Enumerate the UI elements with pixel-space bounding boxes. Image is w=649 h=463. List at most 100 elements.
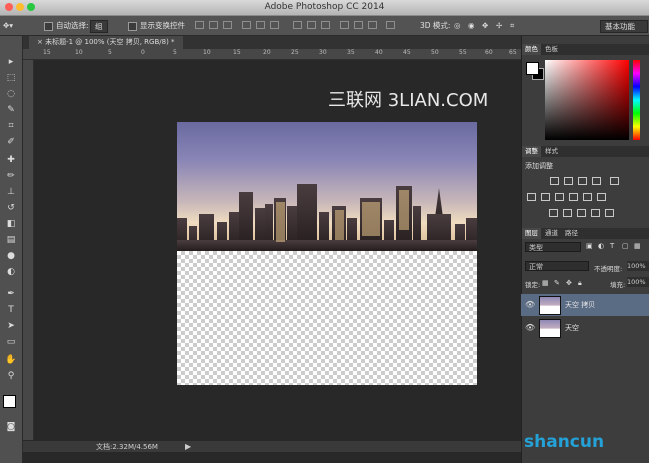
align-right-icon[interactable] bbox=[270, 21, 279, 29]
eyedropper-tool-icon[interactable]: ✐ bbox=[5, 136, 17, 148]
app-title: Adobe Photoshop CC 2014 bbox=[264, 2, 385, 12]
3d-scale-icon[interactable]: ⌗ bbox=[510, 20, 514, 31]
brush-tool-icon[interactable]: ✏ bbox=[5, 170, 17, 182]
pen-tool-icon[interactable]: ✒ bbox=[5, 288, 17, 300]
zoom-tool-icon[interactable]: ⚲ bbox=[5, 370, 17, 382]
healing-brush-tool-icon[interactable]: ✚ bbox=[5, 154, 17, 166]
hand-tool-icon[interactable]: ✋ bbox=[5, 354, 17, 366]
3d-pan-icon[interactable]: ✥ bbox=[482, 20, 488, 31]
tab-paths[interactable]: 路径 bbox=[562, 228, 581, 239]
blur-tool-icon[interactable]: ● bbox=[5, 250, 17, 262]
distribute-bottom-icon[interactable] bbox=[321, 21, 330, 29]
tab-color[interactable]: 颜色 bbox=[522, 44, 541, 55]
align-top-icon[interactable] bbox=[195, 21, 204, 29]
path-select-tool-icon[interactable]: ➤ bbox=[5, 320, 17, 332]
3d-roll-icon[interactable]: ◉ bbox=[468, 20, 475, 31]
vibrance-icon[interactable] bbox=[610, 177, 619, 185]
foreground-color-swatch[interactable] bbox=[3, 395, 16, 408]
tab-swatches[interactable]: 色板 bbox=[542, 44, 561, 55]
align-vcenter-icon[interactable] bbox=[209, 21, 218, 29]
align-hcenter-icon[interactable] bbox=[256, 21, 265, 29]
curves-icon[interactable] bbox=[578, 177, 587, 185]
3d-rotate-icon[interactable]: ◎ bbox=[454, 20, 461, 31]
layer-row[interactable]: 👁︎ 天空 bbox=[521, 317, 649, 339]
move-tool-icon[interactable]: ▸ bbox=[5, 56, 17, 68]
skyline-photo-layer[interactable] bbox=[177, 122, 477, 251]
title-bar: Adobe Photoshop CC 2014 bbox=[0, 0, 649, 16]
align-left-icon[interactable] bbox=[242, 21, 251, 29]
quick-select-tool-icon[interactable]: ✎ bbox=[5, 104, 17, 116]
gradient-map-icon[interactable] bbox=[591, 209, 600, 217]
brightness-contrast-icon[interactable] bbox=[550, 177, 559, 185]
tab-channels[interactable]: 通道 bbox=[542, 228, 561, 239]
color-lookup-icon[interactable] bbox=[597, 193, 606, 201]
exposure-icon[interactable] bbox=[592, 177, 601, 185]
levels-icon[interactable] bbox=[564, 177, 573, 185]
layer-row[interactable]: 👁︎ 天空 拷贝 bbox=[521, 294, 649, 316]
filter-shape-icon[interactable]: ▢ bbox=[622, 242, 629, 250]
ruler-mark: 10 bbox=[75, 49, 83, 56]
lock-position-icon[interactable]: ✥ bbox=[566, 279, 572, 287]
3d-slide-icon[interactable]: ✢ bbox=[496, 20, 502, 31]
filter-pixel-icon[interactable]: ▣ bbox=[586, 242, 593, 250]
fill-label: 填充: bbox=[610, 281, 626, 289]
opacity-field[interactable]: 100% bbox=[627, 261, 649, 271]
fill-field[interactable]: 100% bbox=[627, 277, 649, 287]
shape-tool-icon[interactable]: ▭ bbox=[5, 336, 17, 348]
distribute-vcenter-icon[interactable] bbox=[307, 21, 316, 29]
history-brush-tool-icon[interactable]: ↺ bbox=[5, 202, 17, 214]
tab-layers[interactable]: 图层 bbox=[522, 228, 541, 239]
panel-foreground-swatch[interactable] bbox=[526, 62, 539, 75]
lock-image-icon[interactable]: ✎ bbox=[554, 279, 560, 287]
tab-close-icon[interactable]: × bbox=[37, 38, 45, 46]
gradient-tool-icon[interactable]: ▤ bbox=[5, 234, 17, 246]
align-bottom-icon[interactable] bbox=[223, 21, 232, 29]
crop-tool-icon[interactable]: ⌗ bbox=[5, 120, 17, 132]
layer-kind-filter[interactable]: 类型 bbox=[525, 242, 581, 252]
color-picker-field[interactable] bbox=[545, 60, 629, 140]
distribute-hcenter-icon[interactable] bbox=[354, 21, 363, 29]
black-white-icon[interactable] bbox=[555, 193, 564, 201]
show-transform-checkbox[interactable]: 显示变换控件 bbox=[128, 20, 185, 31]
auto-align-icon[interactable] bbox=[386, 21, 395, 29]
distribute-left-icon[interactable] bbox=[340, 21, 349, 29]
posterize-icon[interactable] bbox=[563, 209, 572, 217]
color-balance-icon[interactable] bbox=[541, 193, 550, 201]
hue-slider[interactable] bbox=[633, 60, 640, 140]
invert-icon[interactable] bbox=[549, 209, 558, 217]
threshold-icon[interactable] bbox=[577, 209, 586, 217]
distribute-top-icon[interactable] bbox=[293, 21, 302, 29]
filter-adjust-icon[interactable]: ◐ bbox=[598, 242, 604, 250]
photo-filter-icon[interactable] bbox=[569, 193, 578, 201]
filter-type-icon[interactable]: T bbox=[610, 242, 614, 250]
ruler-mark: 55 bbox=[459, 49, 467, 56]
type-tool-icon[interactable]: T bbox=[5, 304, 17, 316]
quick-mask-icon[interactable]: ◙ bbox=[5, 421, 17, 433]
lock-all-icon[interactable]: 🔒︎ bbox=[578, 279, 582, 288]
hue-saturation-icon[interactable] bbox=[527, 193, 536, 201]
transparent-canvas-area[interactable] bbox=[177, 251, 477, 385]
channel-mixer-icon[interactable] bbox=[583, 193, 592, 201]
blend-mode-select[interactable]: 正常 bbox=[525, 261, 589, 271]
ruler-mark: 35 bbox=[347, 49, 355, 56]
lasso-tool-icon[interactable]: ◌ bbox=[5, 88, 17, 100]
tab-styles[interactable]: 样式 bbox=[542, 146, 561, 157]
marquee-tool-icon[interactable]: ⬚ bbox=[5, 72, 17, 84]
filter-smart-icon[interactable]: ▦ bbox=[634, 242, 641, 250]
clone-stamp-tool-icon[interactable]: ⊥ bbox=[5, 186, 17, 198]
tab-adjustments[interactable]: 调整 bbox=[522, 146, 541, 157]
document-tab[interactable]: × 未标题-1 @ 100% (天空 拷贝, RGB/8) * bbox=[29, 36, 183, 49]
visibility-eye-icon[interactable]: 👁︎ bbox=[525, 323, 535, 332]
lock-transparency-icon[interactable]: ▦ bbox=[542, 279, 549, 287]
auto-select-checkbox[interactable]: 自动选择: bbox=[44, 20, 89, 31]
selective-color-icon[interactable] bbox=[605, 209, 614, 217]
dodge-tool-icon[interactable]: ◐ bbox=[5, 266, 17, 278]
auto-select-dropdown[interactable]: 组 bbox=[90, 20, 108, 33]
ruler-mark: 45 bbox=[403, 49, 411, 56]
distribute-right-icon[interactable] bbox=[368, 21, 377, 29]
move-tool-preset-icon[interactable]: ✥▾ bbox=[3, 20, 13, 31]
eraser-tool-icon[interactable]: ◧ bbox=[5, 218, 17, 230]
status-menu-arrow-icon[interactable]: ▶ bbox=[185, 442, 191, 451]
visibility-eye-icon[interactable]: 👁︎ bbox=[525, 300, 535, 309]
workspace-dropdown[interactable]: 基本功能 bbox=[600, 20, 648, 33]
